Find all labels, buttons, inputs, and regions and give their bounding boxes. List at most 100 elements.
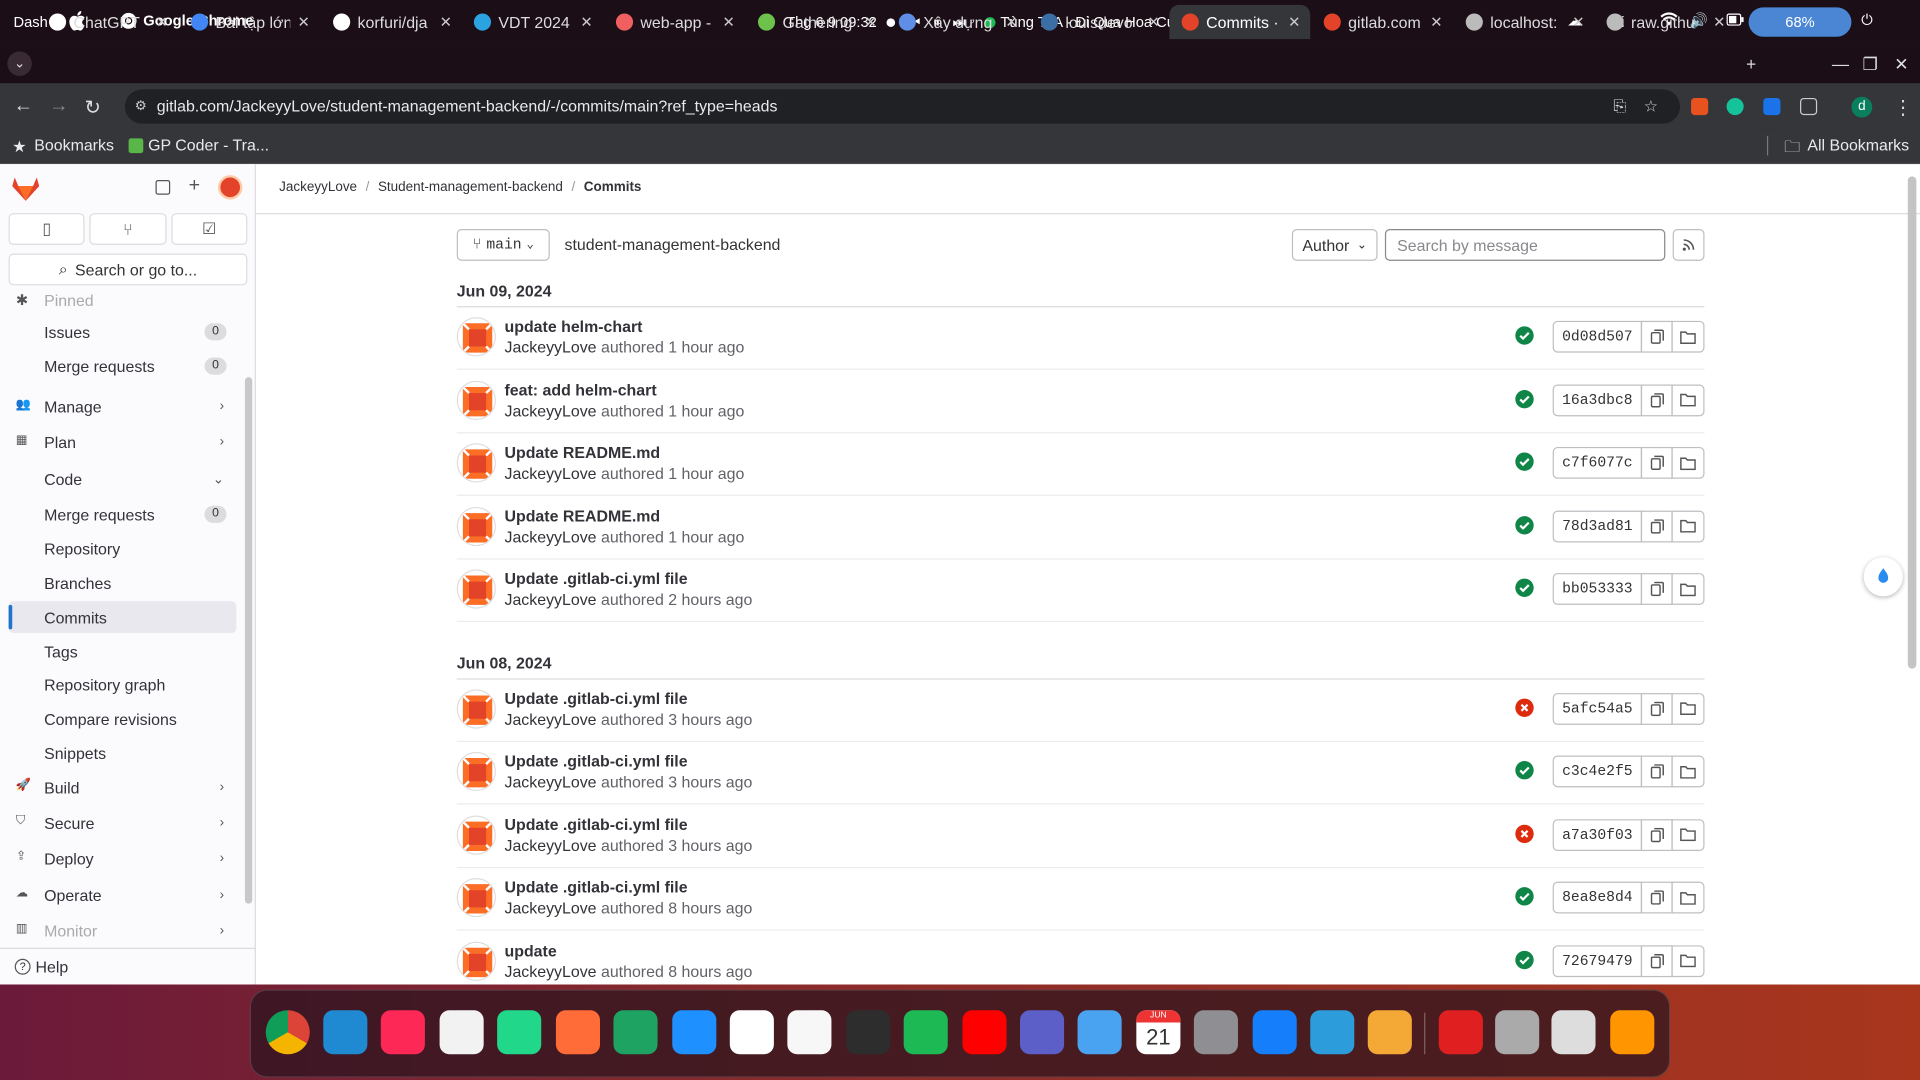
terminal-icon[interactable] [846,1010,891,1055]
reload-icon[interactable]: ↻ [84,96,100,120]
sidebar-item-secure[interactable]: ⛉ Secure › [9,807,237,839]
commit-sha[interactable]: bb053333 [1552,573,1643,605]
pipeline-success-icon[interactable] [1515,452,1535,472]
commit-title[interactable]: Update .gitlab-ci.yml file [504,815,687,833]
tab-5[interactable]: Gathering ✕ [746,5,887,39]
browse-files-button[interactable] [1671,818,1705,851]
forward-icon[interactable]: → [49,96,69,118]
commit-title[interactable]: Update .gitlab-ci.yml file [504,569,687,587]
commit-sha[interactable]: 8ea8e8d4 [1552,881,1643,914]
user-avatar[interactable] [217,175,243,200]
commit-author[interactable]: JackeyyLove [504,773,596,791]
sidebar-section-pinned[interactable]: ✱ Pinned [9,291,237,315]
sidebar-item-merge-requests[interactable]: Merge requests 0 [9,350,237,382]
tab-search-icon[interactable]: ⌄ [7,51,32,76]
tab-close-icon[interactable]: ✕ [580,13,602,30]
pipeline-success-icon[interactable] [1515,950,1535,970]
battery-level[interactable]: 68% [1748,7,1852,37]
tab-6[interactable]: Xây dựng ✕ [887,5,1028,39]
sidebar-scrollbar[interactable] [242,291,254,942]
toggle-sidebar-icon[interactable] [155,180,171,195]
pipeline-success-icon[interactable] [1515,515,1535,535]
copy-sha-button[interactable] [1640,383,1673,416]
commit-title[interactable]: Update .gitlab-ci.yml file [504,878,687,896]
commit-sha[interactable]: 0d08d507 [1552,320,1643,353]
apps-grid-icon[interactable] [439,1010,484,1055]
browse-files-button[interactable] [1671,755,1705,788]
bookmarks-label[interactable]: Bookmarks [34,136,114,154]
slides-icon[interactable] [1367,1010,1412,1055]
commit-author[interactable]: JackeyyLove [504,401,596,419]
commit-author[interactable]: JackeyyLove [504,527,596,545]
tab-close-icon[interactable]: ✕ [1288,13,1310,30]
browse-files-button[interactable] [1671,573,1705,605]
copy-sha-button[interactable] [1640,446,1673,479]
sidebar-item-plan[interactable]: ▦ Plan › [9,426,237,458]
tab-close-icon[interactable]: ✕ [1005,13,1027,30]
teams-icon[interactable] [1020,1010,1065,1055]
browse-files-button[interactable] [1671,383,1705,416]
sidebar-item-manage[interactable]: 👥 Manage › [9,391,237,423]
browse-files-button[interactable] [1671,944,1705,977]
sidebar-item-build[interactable]: 🚀 Build › [9,771,237,803]
todo-shortcut-icon[interactable]: ☑ [171,213,248,245]
tab-close-icon[interactable]: ✕ [1572,13,1594,30]
commit-author[interactable]: JackeyyLove [504,899,596,917]
breadcrumb-current[interactable]: Commits [584,180,642,195]
author-filter[interactable]: Author ⌄ [1291,228,1378,261]
tab-7[interactable]: louisdevo ✕ [1029,5,1170,39]
sidebar-item-snippets[interactable]: Snippets [9,737,237,769]
close-window-icon[interactable]: ✕ [1894,54,1908,75]
bookmark-gp-coder[interactable]: GP Coder - Tra... [148,136,269,154]
tab-close-icon[interactable]: ✕ [1147,13,1169,30]
merge-requests-shortcut-icon[interactable]: ⑂ [89,213,167,245]
page-scrollbar[interactable] [1905,164,1920,984]
browse-files-button[interactable] [1671,692,1705,725]
pipeline-success-icon[interactable] [1515,760,1535,780]
tab-close-icon[interactable]: ✕ [440,13,462,30]
issues-shortcut-icon[interactable]: ▯ [8,213,85,245]
tab-close-icon[interactable]: ✕ [722,13,744,30]
power-icon[interactable]: ⏻ [1861,11,1873,29]
new-tab-icon[interactable]: + [1746,54,1756,74]
sidebar-item-tags[interactable]: Tags [9,636,237,668]
copy-sha-button[interactable] [1640,320,1673,353]
all-bookmarks[interactable]: All Bookmarks [1807,136,1909,154]
notion-icon[interactable] [729,1010,774,1055]
pipeline-failed-icon[interactable] [1515,697,1535,717]
commit-title[interactable]: update [504,941,556,959]
commit-title[interactable]: Update README.md [504,443,660,461]
app-grid-icon[interactable] [1610,1010,1655,1055]
chrome-menu-icon[interactable]: ⋮ [1893,96,1913,120]
pycharm-icon[interactable] [497,1010,542,1055]
tab-close-icon[interactable]: ✕ [156,13,178,30]
commit-sha[interactable]: c7f6077c [1552,446,1643,479]
commit-title[interactable]: Update .gitlab-ci.yml file [504,752,687,770]
commit-author[interactable]: JackeyyLove [504,962,596,980]
address-bar[interactable]: ⚙ gitlab.com/JackeyyLove/student-managem… [124,89,1681,124]
restore-icon[interactable]: ❐ [1862,54,1877,75]
pipeline-success-icon[interactable] [1515,887,1535,907]
copy-sha-button[interactable] [1640,692,1673,725]
author-avatar[interactable] [456,941,496,981]
author-avatar[interactable] [456,688,496,728]
commit-author[interactable]: JackeyyLove [504,464,596,482]
site-info-icon[interactable]: ⚙ [135,89,147,123]
commit-author[interactable]: JackeyyLove [504,836,596,854]
tab-0[interactable]: ChatGPT ✕ [37,5,178,39]
sidebar-item-branches[interactable]: Branches [9,567,237,599]
copy-sha-button[interactable] [1640,944,1673,977]
app-store-icon[interactable] [672,1010,717,1055]
commit-title[interactable]: Update .gitlab-ci.yml file [504,689,687,707]
youtube-icon[interactable] [962,1010,1007,1055]
author-avatar[interactable] [456,814,496,855]
extension-drop-icon[interactable] [1763,97,1781,116]
tab-close-icon[interactable]: ✕ [1713,13,1735,30]
author-avatar[interactable] [456,443,496,483]
author-avatar[interactable] [456,751,496,792]
tab-9[interactable]: gitlab.com ✕ [1311,5,1452,39]
author-avatar[interactable] [456,317,496,357]
breadcrumb-user[interactable]: JackeyyLove [279,180,357,195]
pipeline-success-icon[interactable] [1515,389,1535,409]
install-app-icon[interactable]: ⎘ [1613,89,1626,123]
